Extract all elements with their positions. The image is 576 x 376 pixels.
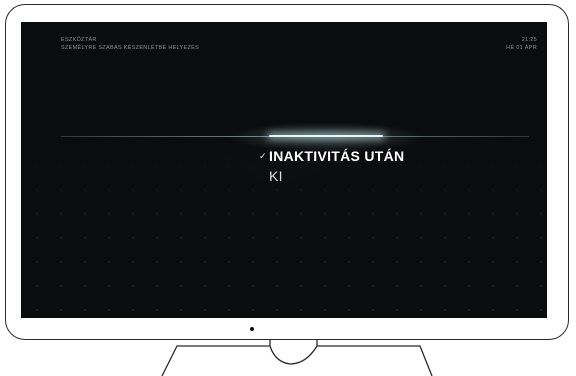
menu-option-after-inactivity[interactable]: ✓ INAKTIVITÁS UTÁN [259, 148, 404, 164]
power-led [250, 327, 254, 331]
tv-screen: ESZKÖZTÁR SZEMÉLYRE SZABÁS KÉSZENLÉTBE H… [21, 22, 547, 318]
menu-option-label: INAKTIVITÁS UTÁN [269, 148, 405, 164]
focus-highlight-bar [269, 135, 383, 137]
screen-vignette [21, 22, 547, 318]
clock-date: HÉ 01 ÁPR [506, 45, 537, 51]
breadcrumb: ESZKÖZTÁR [61, 37, 97, 43]
clock-time: 21:25 [521, 37, 537, 43]
menu-option-off[interactable]: KI [269, 168, 283, 184]
menu-option-label: KI [269, 168, 283, 184]
checkmark-icon: ✓ [259, 150, 267, 161]
page-subtitle: SZEMÉLYRE SZABÁS KÉSZENLÉTBE HELYEZÉS [61, 45, 200, 51]
header-clock: 21:25 HÉ 01 ÁPR [506, 36, 537, 52]
header-left: ESZKÖZTÁR SZEMÉLYRE SZABÁS KÉSZENLÉTBE H… [61, 36, 199, 52]
